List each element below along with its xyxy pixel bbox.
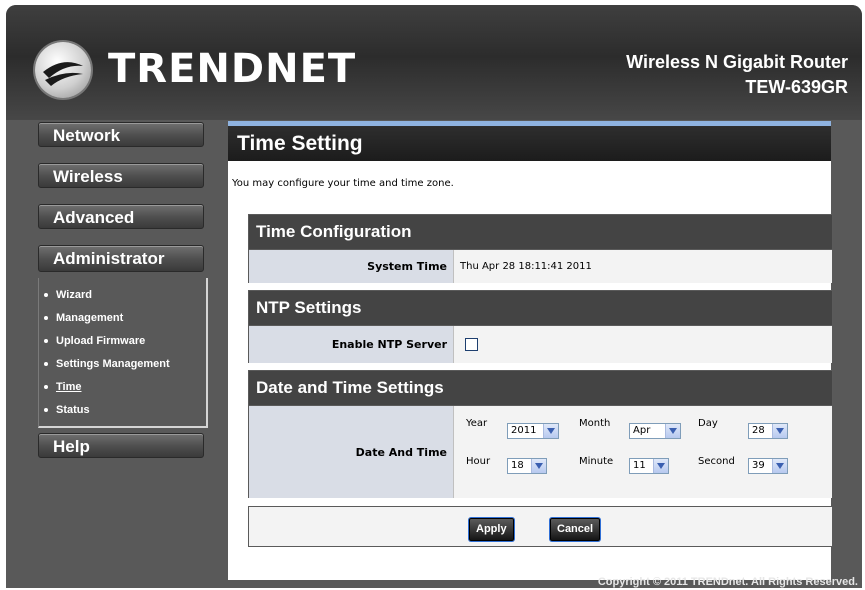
minute-select[interactable]: 11: [629, 458, 669, 474]
second-select[interactable]: 39: [748, 458, 788, 474]
bullet-icon: [44, 316, 48, 321]
bullet-icon: [44, 339, 48, 344]
day-select[interactable]: 28: [748, 423, 788, 439]
cancel-button[interactable]: Cancel: [550, 518, 601, 541]
system-time-row: System Time Thu Apr 28 18:11:41 2011: [249, 249, 832, 283]
day-label: Day: [698, 418, 718, 429]
year-select[interactable]: 2011: [507, 423, 559, 439]
page-intro: You may configure your time and time zon…: [232, 178, 454, 189]
submenu-management[interactable]: Management: [44, 307, 206, 330]
trendnet-logo-icon: [35, 42, 91, 98]
month-label: Month: [579, 418, 611, 429]
submenu-settings-management[interactable]: Settings Management: [44, 353, 206, 376]
submenu-wizard[interactable]: Wizard: [44, 284, 206, 307]
chevron-down-icon: [543, 424, 558, 438]
minute-value: 11: [633, 460, 646, 471]
copyright-text: Copyright © 2011 TRENDnet. All Rights Re…: [597, 576, 858, 588]
system-time-value: Thu Apr 28 18:11:41 2011: [454, 250, 832, 283]
minute-label: Minute: [579, 456, 614, 467]
chevron-down-icon: [531, 459, 546, 473]
page-title: Time Setting: [228, 121, 831, 161]
nav-wireless[interactable]: Wireless: [38, 163, 204, 188]
administrator-submenu: Wizard Management Upload Firmware Settin…: [38, 278, 208, 428]
hour-label: Hour: [466, 456, 491, 467]
date-time-settings-section: Date and Time Settings Date And Time Yea…: [248, 370, 833, 498]
enable-ntp-row: Enable NTP Server: [249, 325, 832, 363]
bullet-icon: [44, 408, 48, 413]
second-value: 39: [752, 460, 765, 471]
date-time-controls: Year 2011 Month Apr Day 28 Hour 18 Minut…: [454, 406, 832, 498]
system-time-label: System Time: [249, 250, 454, 283]
second-label: Second: [698, 456, 735, 467]
action-button-row: Apply Cancel: [248, 506, 833, 547]
apply-button[interactable]: Apply: [469, 518, 514, 541]
month-select[interactable]: Apr: [629, 423, 681, 439]
model-number: TEW-639GR: [745, 77, 848, 97]
chevron-down-icon: [653, 459, 668, 473]
hour-value: 18: [511, 460, 524, 471]
hour-select[interactable]: 18: [507, 458, 547, 474]
chevron-down-icon: [772, 459, 787, 473]
submenu-time[interactable]: Time: [44, 376, 206, 399]
bullet-icon: [44, 385, 48, 390]
ntp-settings-section: NTP Settings Enable NTP Server: [248, 290, 833, 363]
router-admin-window: TRENDNET Wireless N Gigabit Router TEW-6…: [6, 5, 862, 588]
nav-administrator[interactable]: Administrator: [38, 245, 204, 272]
enable-ntp-checkbox[interactable]: [465, 338, 478, 351]
enable-ntp-value: [454, 326, 832, 363]
nav-help[interactable]: Help: [38, 433, 204, 458]
bullet-icon: [44, 293, 48, 298]
month-value: Apr: [633, 425, 651, 436]
section-heading: Time Configuration: [256, 222, 412, 241]
date-time-label: Date And Time: [249, 406, 454, 498]
chevron-down-icon: [772, 424, 787, 438]
submenu-upload-firmware[interactable]: Upload Firmware: [44, 330, 206, 353]
year-value: 2011: [511, 425, 537, 436]
enable-ntp-label: Enable NTP Server: [249, 326, 454, 363]
section-heading: Date and Time Settings: [256, 378, 444, 397]
bullet-icon: [44, 362, 48, 367]
chevron-down-icon: [665, 424, 680, 438]
time-configuration-section: Time Configuration System Time Thu Apr 2…: [248, 214, 833, 283]
product-name: Wireless N Gigabit Router: [626, 52, 848, 72]
section-heading: NTP Settings: [256, 298, 362, 317]
header: TRENDNET Wireless N Gigabit Router TEW-6…: [6, 5, 862, 120]
year-label: Year: [466, 418, 488, 429]
nav-advanced[interactable]: Advanced: [38, 204, 204, 229]
date-time-row: Date And Time Year 2011 Month Apr Day 28…: [249, 405, 832, 498]
brand-logo-text: TRENDNET: [108, 46, 357, 92]
main-content: Time Setting You may configure your time…: [228, 121, 833, 580]
nav-network[interactable]: Network: [38, 122, 204, 147]
submenu-status[interactable]: Status: [44, 399, 206, 422]
day-value: 28: [752, 425, 765, 436]
